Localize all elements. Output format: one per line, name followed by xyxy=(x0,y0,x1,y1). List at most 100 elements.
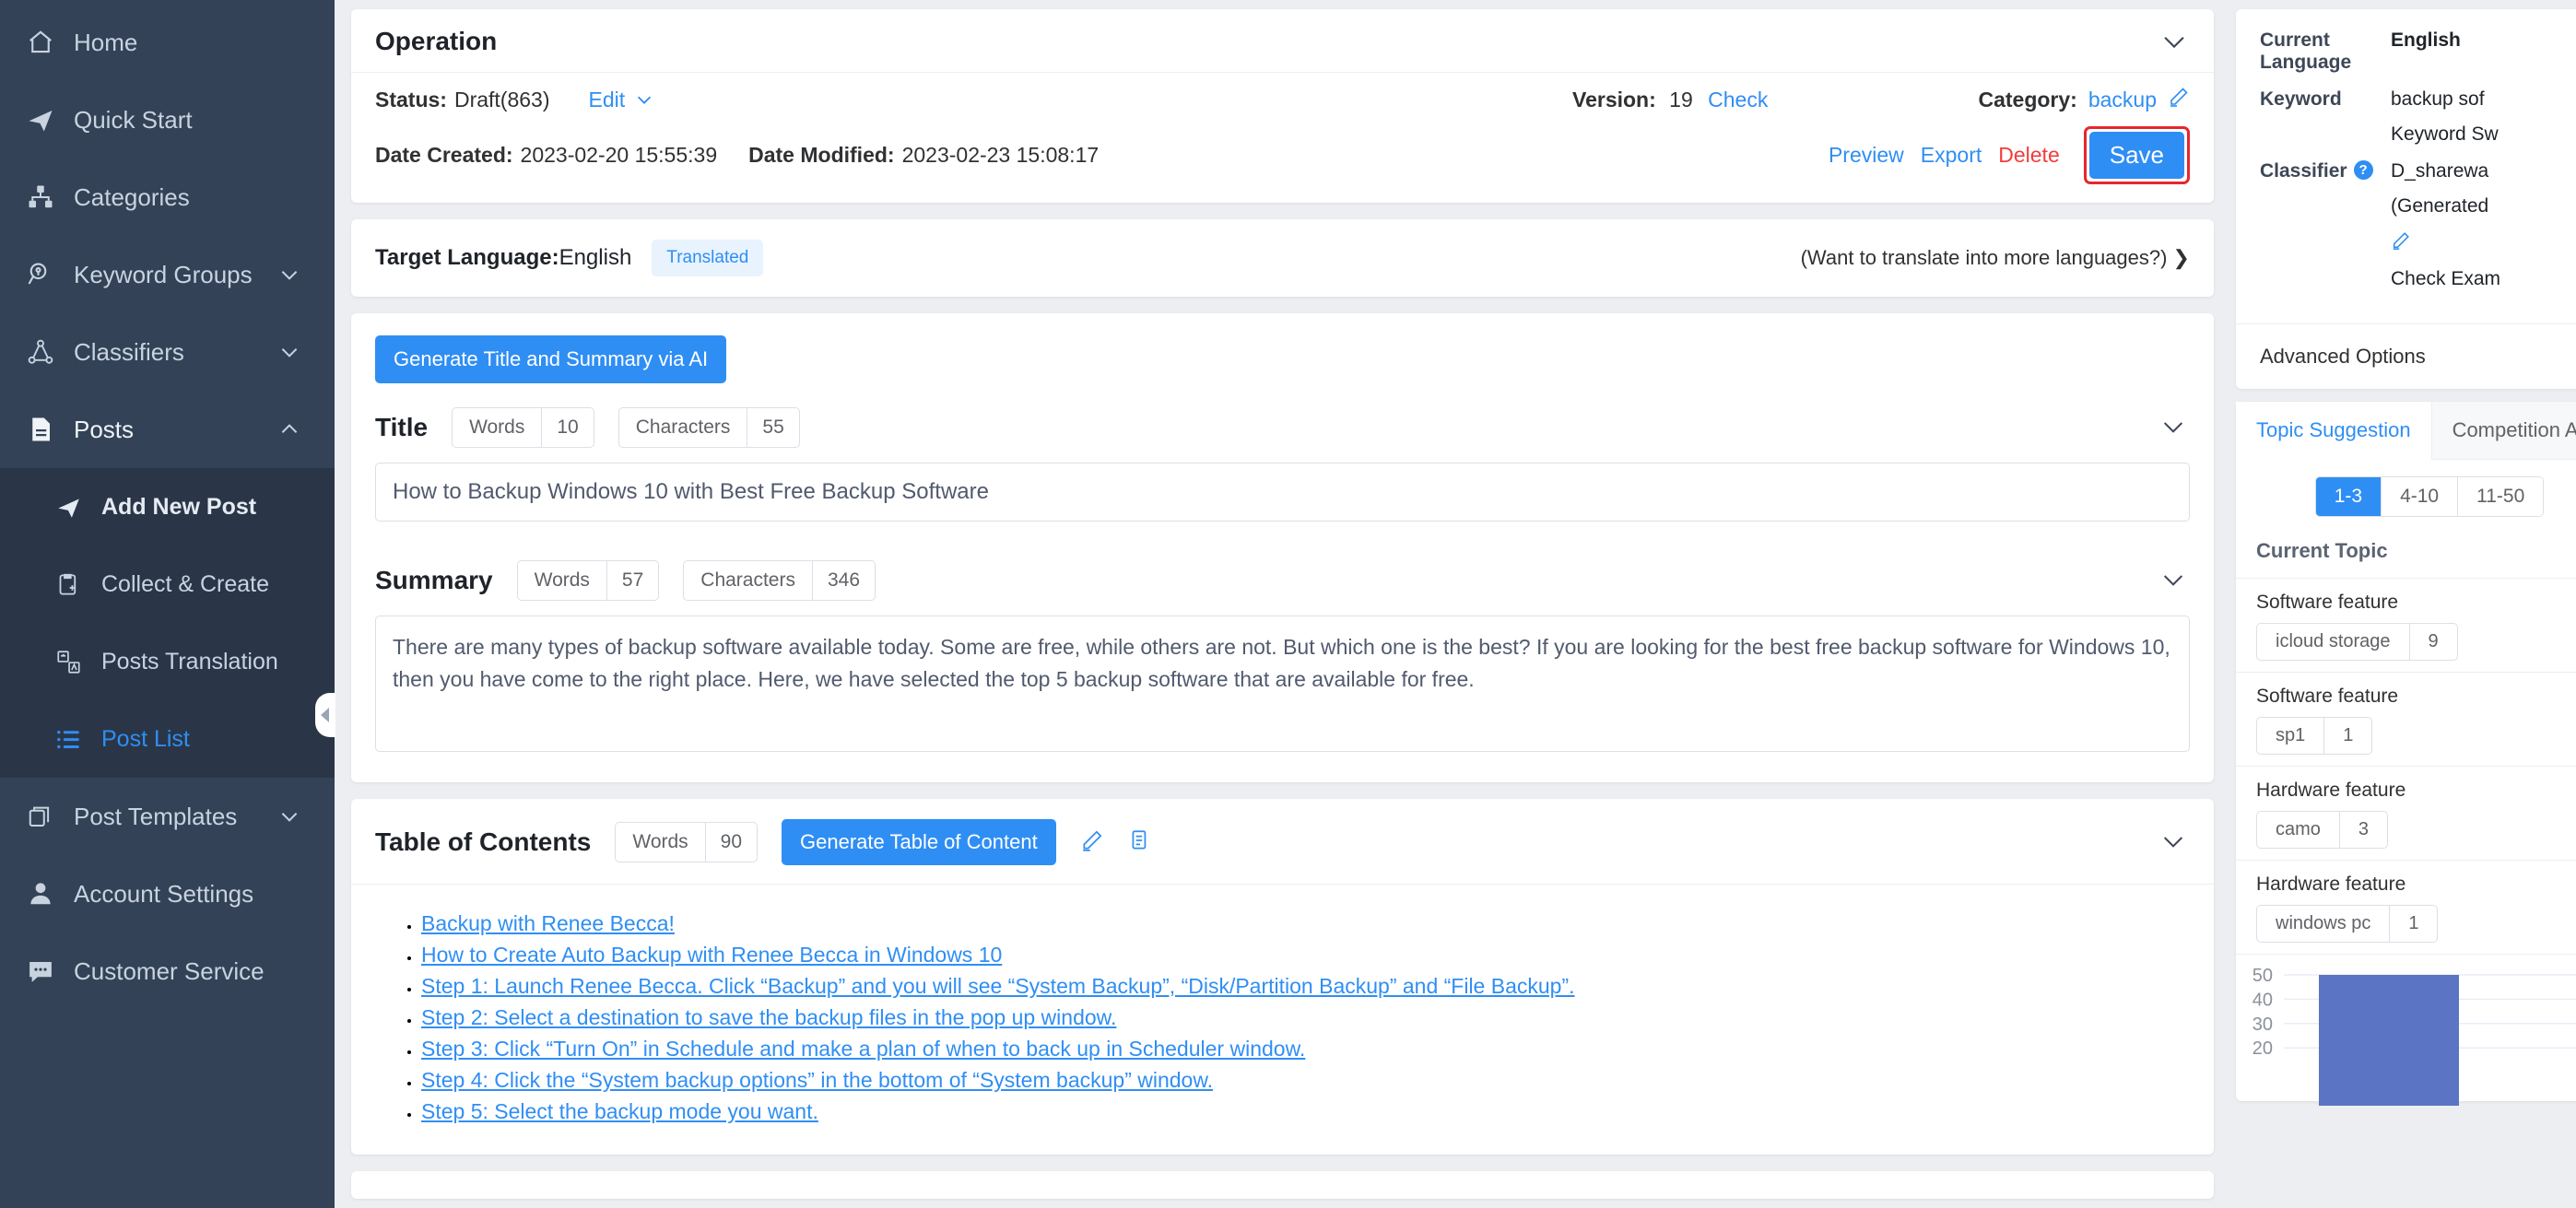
toc-link[interactable]: Step 4: Click the “System backup options… xyxy=(421,1068,1213,1092)
sidebar-collapse-handle[interactable] xyxy=(315,693,335,737)
version-value: 19 xyxy=(1669,87,1693,111)
segment-group: 1-3 4-10 11-50 xyxy=(2314,476,2545,517)
category-value[interactable]: backup xyxy=(2088,88,2157,112)
chevron-up-icon xyxy=(277,417,301,441)
copy-icon[interactable] xyxy=(1128,828,1152,857)
generate-title-summary-ai-button[interactable]: Generate Title and Summary via AI xyxy=(375,335,727,383)
chat-icon xyxy=(20,957,61,985)
toc-link[interactable]: Step 1: Launch Renee Becca. Click “Backu… xyxy=(421,974,1575,998)
sidebar-item-post-templates[interactable]: Post Templates xyxy=(0,778,335,855)
toc-link[interactable]: Step 3: Click “Turn On” in Schedule and … xyxy=(421,1037,1305,1061)
sidebar-item-label: Quick Start xyxy=(74,105,193,134)
post-info-card: Current Language English Keyword backup … xyxy=(2236,9,2576,389)
tab-topic-suggestion[interactable]: Topic Suggestion xyxy=(2236,402,2432,460)
category-label: Category: xyxy=(1978,87,2077,111)
sidebar-item-customer-service[interactable]: Customer Service xyxy=(0,932,335,1010)
version-check-link[interactable]: Check xyxy=(1708,88,1768,111)
toc-body: Backup with Renee Becca! How to Create A… xyxy=(351,885,2214,1155)
summary-field-header: Summary Words 57 Characters 346 xyxy=(375,560,2190,601)
check-example-link[interactable]: Check Exam xyxy=(2391,268,2500,290)
summary-chars-value: 346 xyxy=(811,561,875,600)
status-edit-dropdown[interactable]: Edit xyxy=(589,88,655,112)
more-languages-link[interactable]: (Want to translate into more languages?)… xyxy=(1801,246,2190,270)
sidebar-item-classifiers[interactable]: Classifiers xyxy=(0,313,335,391)
sidebar-item-label: Posts xyxy=(74,415,135,443)
pencil-icon[interactable] xyxy=(1080,828,1104,857)
export-button[interactable]: Export xyxy=(1921,143,1982,168)
sidebar-item-label: Home xyxy=(74,28,138,56)
sidebar-item-account-settings[interactable]: Account Settings xyxy=(0,855,335,932)
segment-4-10[interactable]: 4-10 xyxy=(2382,477,2459,516)
sidebar-item-add-new-post[interactable]: Add New Post xyxy=(0,468,335,545)
list-item: Step 3: Click “Turn On” in Schedule and … xyxy=(421,1037,2190,1061)
delete-button[interactable]: Delete xyxy=(1998,143,2059,168)
operation-collapse-chevron-icon[interactable] xyxy=(2158,26,2190,57)
advanced-options-toggle[interactable]: Advanced Options xyxy=(2236,324,2576,389)
date-created-label: Date Created: xyxy=(375,143,513,167)
current-language-label: Current Language xyxy=(2260,29,2352,73)
sidebar-item-posts[interactable]: Posts xyxy=(0,391,335,468)
tab-competition-analysis[interactable]: Competition A xyxy=(2431,402,2576,459)
sidebar-item-posts-translation[interactable]: Posts Translation xyxy=(0,623,335,700)
sidebar-item-collect-create[interactable]: Collect & Create xyxy=(0,545,335,623)
layers-icon xyxy=(20,803,61,830)
feature-pill[interactable]: icloud storage 9 xyxy=(2256,623,2458,661)
pencil-icon[interactable] xyxy=(2391,230,2500,255)
svg-text:40: 40 xyxy=(2253,990,2273,1010)
topic-volume-bar-chart: 50 40 30 20 xyxy=(2236,954,2576,1106)
edit-label: Edit xyxy=(588,87,626,111)
summary-characters-counter: Characters 346 xyxy=(683,560,876,601)
sidebar-item-label: Categories xyxy=(74,182,190,211)
feature-type: Software feature xyxy=(2256,686,2399,707)
feature-name: windows pc xyxy=(2276,913,2371,933)
segment-1-3[interactable]: 1-3 xyxy=(2315,477,2382,516)
chevron-down-icon xyxy=(277,804,301,828)
save-button[interactable]: Save xyxy=(2088,132,2184,179)
sidebar-subitem-label: Posts Translation xyxy=(101,648,278,674)
sidebar-item-label: Account Settings xyxy=(74,879,254,908)
category-group: Category: backup xyxy=(1959,86,2190,113)
segment-11-50[interactable]: 11-50 xyxy=(2458,477,2544,516)
toc-title: Table of Contents xyxy=(375,827,592,856)
toc-link[interactable]: Backup with Renee Becca! xyxy=(421,911,675,935)
sidebar-item-quick-start[interactable]: Quick Start xyxy=(0,81,335,158)
sidebar-item-home[interactable]: Home xyxy=(0,4,335,81)
operation-dates-row: Date Created: 2023-02-20 15:55:39 Date M… xyxy=(351,113,2214,203)
title-words-key: Words xyxy=(469,416,525,438)
summary-textarea[interactable]: There are many types of backup software … xyxy=(375,616,2190,752)
keyword-label: Keyword xyxy=(2260,88,2342,110)
feature-pill[interactable]: windows pc 1 xyxy=(2256,905,2439,943)
toc-collapse-chevron-icon[interactable] xyxy=(2158,827,2190,858)
page-title: Operation xyxy=(375,27,498,55)
preview-button[interactable]: Preview xyxy=(1829,143,1904,168)
keyword-value: backup sof xyxy=(2391,88,2485,110)
sidebar-item-label: Post Templates xyxy=(74,802,238,830)
feature-count: 3 xyxy=(2338,812,2387,848)
toc-link[interactable]: Step 5: Select the backup mode you want. xyxy=(421,1099,818,1123)
feature-pill[interactable]: camo 3 xyxy=(2256,811,2388,849)
sidebar-item-post-list[interactable]: Post List xyxy=(0,700,335,778)
feature-name: sp1 xyxy=(2276,725,2306,745)
pencil-icon[interactable] xyxy=(2168,86,2190,113)
sidebar-subitem-label: Collect & Create xyxy=(101,570,270,597)
title-input[interactable] xyxy=(375,463,2190,522)
title-chars-key: Characters xyxy=(635,416,731,438)
toc-link[interactable]: Step 2: Select a destination to save the… xyxy=(421,1005,1116,1029)
sidebar-item-label: Customer Service xyxy=(74,956,265,985)
version-label: Version: xyxy=(1572,87,1656,111)
title-collapse-chevron-icon[interactable] xyxy=(2158,412,2190,443)
toc-link[interactable]: How to Create Auto Backup with Renee Bec… xyxy=(421,943,1002,967)
sidebar-item-categories[interactable]: Categories xyxy=(0,158,335,236)
sidebar-item-keyword-groups[interactable]: Keyword Groups xyxy=(0,236,335,313)
date-created-value: 2023-02-20 15:55:39 xyxy=(520,143,718,167)
generate-toc-button[interactable]: Generate Table of Content xyxy=(782,819,1056,865)
summary-words-key: Words xyxy=(534,569,590,591)
main-content: Operation Status: Draft(863) Edit Versio… xyxy=(335,0,2230,1208)
summary-collapse-chevron-icon[interactable] xyxy=(2158,565,2190,596)
help-icon[interactable]: ? xyxy=(2353,160,2373,180)
feature-block: Software feature sp1 1 xyxy=(2236,672,2576,766)
current-topic-label: Current Topic xyxy=(2256,539,2388,562)
keyword-swap-link[interactable]: Keyword Sw xyxy=(2391,123,2499,146)
feature-pill[interactable]: sp1 1 xyxy=(2256,717,2373,755)
toc-words-counter: Words 90 xyxy=(615,822,759,862)
